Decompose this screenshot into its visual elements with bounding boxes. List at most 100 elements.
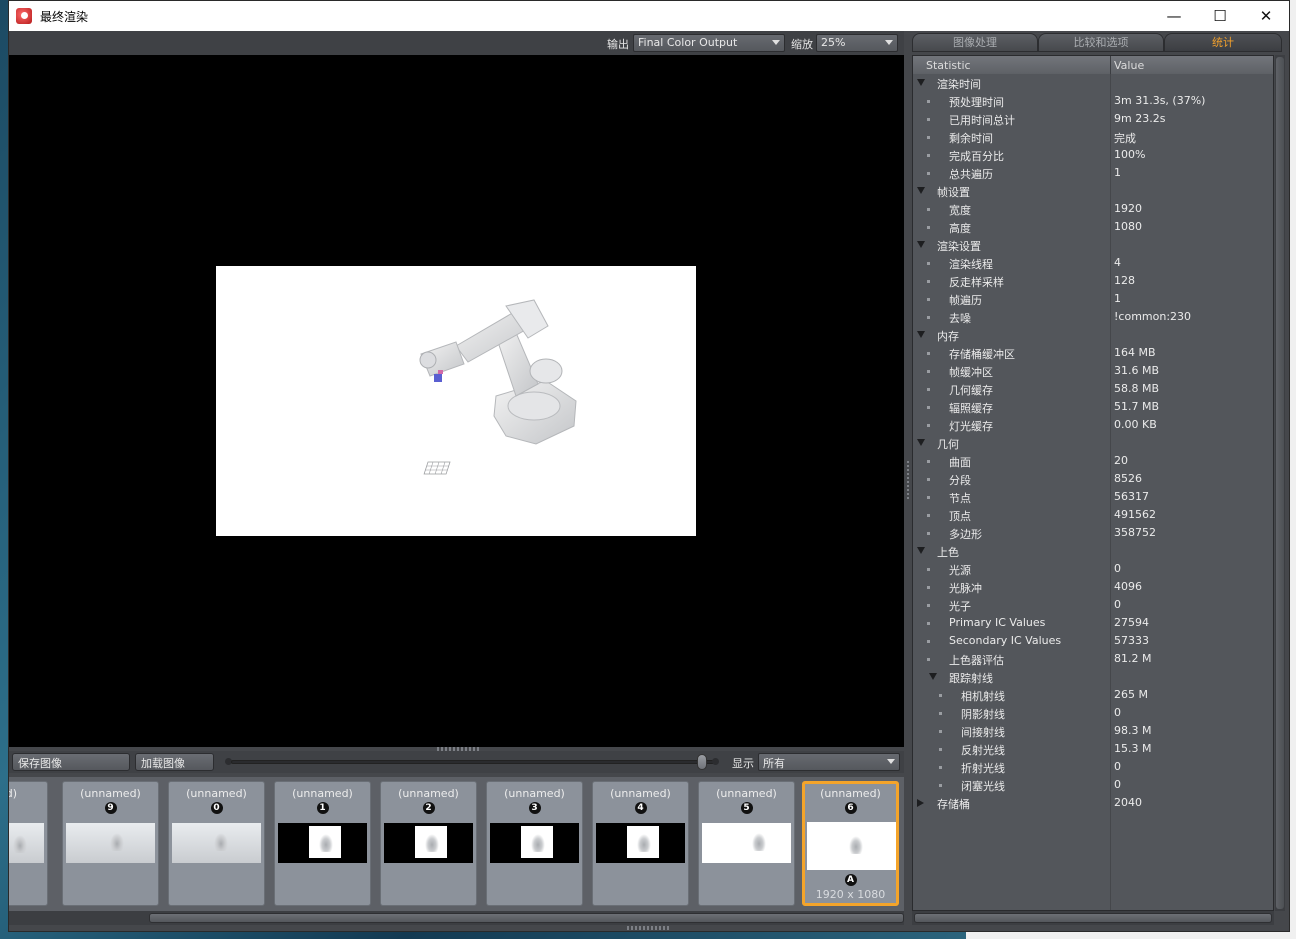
statistics-scrollbar[interactable] xyxy=(1275,55,1285,911)
statistics-hscrollbar-thumb[interactable] xyxy=(914,913,1272,923)
stat-name: 辐照缓存 xyxy=(949,402,993,415)
thumbnail-slider-track[interactable] xyxy=(231,760,715,764)
tab-compare-options[interactable]: 比较和选项 xyxy=(1038,33,1164,52)
tree-connector-icon xyxy=(939,694,942,697)
stat-row[interactable]: 间接射线 98.3 M xyxy=(913,722,1273,740)
stat-row[interactable]: 曲面 20 xyxy=(913,452,1273,470)
thumbnail-item[interactable]: (unnamed) 2 xyxy=(380,781,477,906)
thumbnail-slider-thumb[interactable] xyxy=(697,754,707,770)
stat-row[interactable]: 帧遍历 1 xyxy=(913,290,1273,308)
panel-splitter[interactable] xyxy=(904,31,912,931)
expand-triangle-icon[interactable] xyxy=(917,547,925,554)
stat-row[interactable]: 总共遍历 1 xyxy=(913,164,1273,182)
stat-row[interactable]: 剩余时间 完成 xyxy=(913,128,1273,146)
stat-row[interactable]: 去噪 !common:230 xyxy=(913,308,1273,326)
bottom-resize-handle[interactable] xyxy=(627,926,671,930)
display-dropdown[interactable]: 所有 xyxy=(758,753,900,771)
stat-row[interactable]: 完成百分比 100% xyxy=(913,146,1273,164)
thumbnail-item[interactable]: (unnamed) 1 xyxy=(274,781,371,906)
stat-group-row[interactable]: 渲染时间 xyxy=(913,74,1273,92)
stat-group-row[interactable]: 跟踪射线 xyxy=(913,668,1273,686)
tree-connector-icon xyxy=(927,388,930,391)
header-statistic[interactable]: Statistic xyxy=(926,59,971,72)
tree-connector-icon xyxy=(939,766,942,769)
chevron-down-icon xyxy=(772,40,780,45)
stat-group-row[interactable]: 几何 xyxy=(913,434,1273,452)
stat-group-row[interactable]: 上色 xyxy=(913,542,1273,560)
stat-value: 1080 xyxy=(1114,220,1142,233)
stat-row[interactable]: 几何缓存 58.8 MB xyxy=(913,380,1273,398)
stat-row[interactable]: 分段 8526 xyxy=(913,470,1273,488)
minimize-button[interactable]: — xyxy=(1151,1,1197,31)
expand-triangle-icon[interactable] xyxy=(917,241,925,248)
thumbnail-item[interactable]: (unnamed) 9 xyxy=(62,781,159,906)
thumbnail-scrollbar-thumb[interactable] xyxy=(149,913,904,923)
stat-row[interactable]: 节点 56317 xyxy=(913,488,1273,506)
title-bar[interactable]: 最终渲染 — ☐ ✕ xyxy=(9,1,1289,31)
stat-row[interactable]: 相机射线 265 M xyxy=(913,686,1273,704)
thumbnail-item[interactable]: (unnamed) 4 xyxy=(592,781,689,906)
thumbnail-item[interactable]: (unnamed) 3 xyxy=(486,781,583,906)
stat-row[interactable]: 光源 0 xyxy=(913,560,1273,578)
stat-row[interactable]: Secondary IC Values 57333 xyxy=(913,632,1273,650)
close-button[interactable]: ✕ xyxy=(1243,1,1289,31)
expand-triangle-icon[interactable] xyxy=(917,439,925,446)
tab-image-processing[interactable]: 图像处理 xyxy=(912,33,1038,52)
stat-row[interactable]: 阴影射线 0 xyxy=(913,704,1273,722)
stat-row[interactable]: 辐照缓存 51.7 MB xyxy=(913,398,1273,416)
stat-row[interactable]: 高度 1080 xyxy=(913,218,1273,236)
thumbnail-scrollbar[interactable] xyxy=(9,911,904,925)
stat-row[interactable]: 存储桶缓冲区 164 MB xyxy=(913,344,1273,362)
header-value[interactable]: Value xyxy=(1114,59,1144,72)
stat-row[interactable]: 光脉冲 4096 xyxy=(913,578,1273,596)
stat-group-row[interactable]: 渲染设置 xyxy=(913,236,1273,254)
output-dropdown[interactable]: Final Color Output xyxy=(633,34,785,52)
expand-triangle-icon[interactable] xyxy=(917,331,925,338)
stat-value: 4 xyxy=(1114,256,1121,269)
thumbnail-item-selected[interactable]: (unnamed) 6 A 1920 x 1080 xyxy=(802,781,899,906)
stat-group-row[interactable]: 帧设置 xyxy=(913,182,1273,200)
stat-group-row[interactable]: 内存 xyxy=(913,326,1273,344)
stat-row[interactable]: 光子 0 xyxy=(913,596,1273,614)
stat-row[interactable]: 已用时间总计 9m 23.2s xyxy=(913,110,1273,128)
statistics-hscrollbar[interactable] xyxy=(912,911,1274,925)
save-image-button[interactable]: 保存图像 xyxy=(12,753,130,771)
zoom-dropdown[interactable]: 25% xyxy=(816,34,898,52)
stat-group-row[interactable]: 存储桶 2040 xyxy=(913,794,1273,812)
maximize-button[interactable]: ☐ xyxy=(1197,1,1243,31)
stat-value: 完成 xyxy=(1114,132,1136,145)
stat-row[interactable]: 预处理时间 3m 31.3s, (37%) xyxy=(913,92,1273,110)
stat-row[interactable]: 灯光缓存 0.00 KB xyxy=(913,416,1273,434)
load-image-button[interactable]: 加载图像 xyxy=(135,753,214,771)
stat-row[interactable]: 反射光线 15.3 M xyxy=(913,740,1273,758)
expand-triangle-icon[interactable] xyxy=(917,187,925,194)
render-window: 最终渲染 — ☐ ✕ 输出 Final Color Output 缩放 25% xyxy=(8,0,1290,932)
stat-row[interactable]: 顶点 491562 xyxy=(913,506,1273,524)
thumbnail-item[interactable]: (unnamed) 0 xyxy=(168,781,265,906)
stat-name: 完成百分比 xyxy=(949,150,1004,163)
stat-row[interactable]: Primary IC Values 27594 xyxy=(913,614,1273,632)
desktop-background-bottom xyxy=(966,932,1296,939)
render-viewport[interactable] xyxy=(9,55,904,747)
collapsed-triangle-icon[interactable] xyxy=(917,799,924,807)
stat-row[interactable]: 渲染线程 4 xyxy=(913,254,1273,272)
stat-name: 高度 xyxy=(949,222,971,235)
stat-row[interactable]: 帧缓冲区 31.6 MB xyxy=(913,362,1273,380)
stat-row[interactable]: 宽度 1920 xyxy=(913,200,1273,218)
thumbnail-item[interactable]: ned) xyxy=(9,781,48,906)
thumbnail-name: (unnamed) xyxy=(398,787,459,800)
stat-row[interactable]: 上色器评估 81.2 M xyxy=(913,650,1273,668)
stat-row[interactable]: 闭塞光线 0 xyxy=(913,776,1273,794)
expand-triangle-icon[interactable] xyxy=(929,673,937,680)
thumbnail-item[interactable]: (unnamed) 5 xyxy=(698,781,795,906)
stat-row[interactable]: 反走样采样 128 xyxy=(913,272,1273,290)
stat-name: 顶点 xyxy=(949,510,971,523)
stat-row[interactable]: 折射光线 0 xyxy=(913,758,1273,776)
statistics-scrollbar-thumb[interactable] xyxy=(1276,57,1284,909)
expand-triangle-icon[interactable] xyxy=(917,79,925,86)
stat-name: 闭塞光线 xyxy=(961,780,1005,793)
tab-statistics[interactable]: 统计 xyxy=(1164,33,1282,52)
stat-row[interactable]: 多边形 358752 xyxy=(913,524,1273,542)
stat-name: 上色器评估 xyxy=(949,654,1004,667)
statistics-tree[interactable]: Statistic Value 渲染时间 预处理时间 3m 31.3s, (37%)… xyxy=(912,55,1274,911)
